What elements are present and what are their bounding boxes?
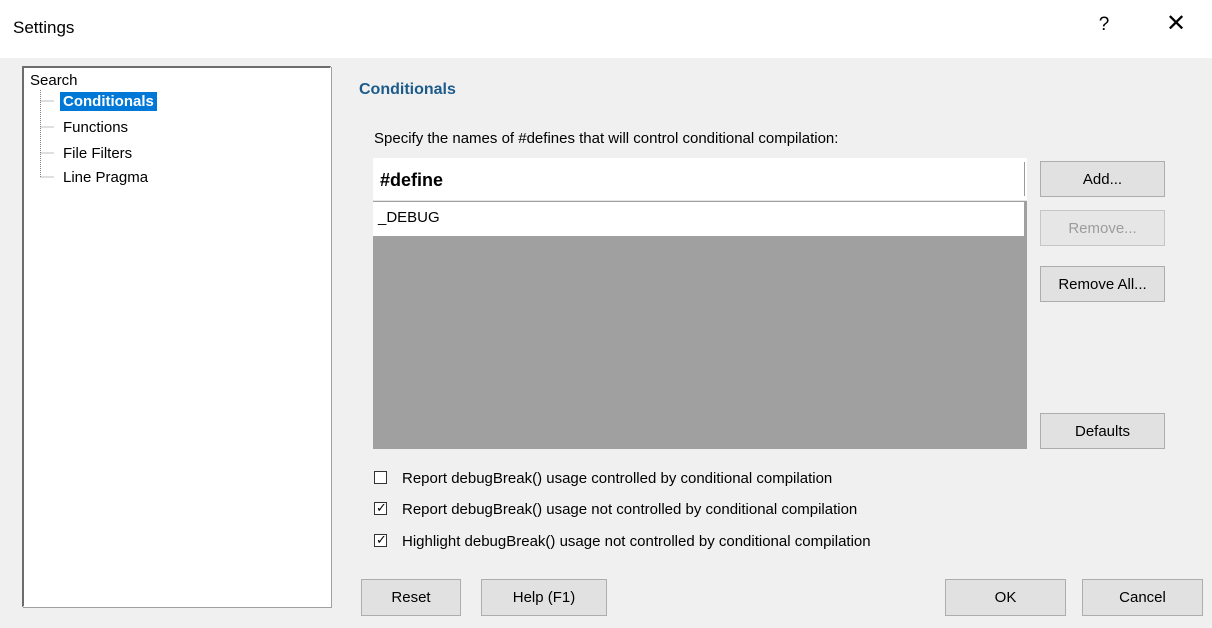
tree-item-file-filters[interactable]: File Filters bbox=[60, 144, 135, 163]
ok-button[interactable]: OK bbox=[945, 579, 1066, 616]
defines-list[interactable]: #define _DEBUG bbox=[373, 158, 1027, 449]
tree-item-line-pragma[interactable]: Line Pragma bbox=[60, 168, 151, 187]
option-label[interactable]: Report debugBreak() usage not controlled… bbox=[402, 501, 857, 518]
checkbox-report-not-controlled[interactable]: ✓ bbox=[374, 500, 387, 515]
column-header-define[interactable]: #define bbox=[380, 170, 443, 191]
add-button[interactable]: Add... bbox=[1040, 161, 1165, 197]
list-row[interactable]: _DEBUG bbox=[373, 202, 1024, 236]
checkmark-icon: ✓ bbox=[376, 500, 387, 515]
list-header[interactable]: #define bbox=[373, 158, 1027, 201]
help-f1-button[interactable]: Help (F1) bbox=[481, 579, 607, 616]
list-row-value: _DEBUG bbox=[378, 209, 440, 226]
close-icon[interactable]: ✕ bbox=[1163, 12, 1189, 36]
option-label[interactable]: Report debugBreak() usage controlled by … bbox=[402, 470, 832, 487]
checkbox-highlight-not-controlled[interactable]: ✓ bbox=[374, 532, 387, 547]
tree-item-search[interactable]: Search bbox=[30, 72, 78, 89]
tree-item-functions[interactable]: Functions bbox=[60, 118, 131, 137]
checkbox-report-controlled[interactable] bbox=[374, 471, 387, 484]
tree-connector-lines bbox=[40, 90, 54, 178]
instruction-text: Specify the names of #defines that will … bbox=[374, 130, 839, 147]
settings-tree[interactable]: Search Conditionals Functions File Filte… bbox=[22, 66, 331, 607]
column-divider[interactable] bbox=[1024, 162, 1025, 196]
help-icon[interactable]: ? bbox=[1093, 14, 1115, 36]
option-label[interactable]: Highlight debugBreak() usage not control… bbox=[402, 533, 871, 550]
title-bar: Settings ? ✕ bbox=[0, 0, 1212, 58]
section-title: Conditionals bbox=[359, 81, 456, 98]
remove-button[interactable]: Remove... bbox=[1040, 210, 1165, 246]
reset-button[interactable]: Reset bbox=[361, 579, 461, 616]
remove-all-button[interactable]: Remove All... bbox=[1040, 266, 1165, 302]
cancel-button[interactable]: Cancel bbox=[1082, 579, 1203, 616]
tree-item-conditionals[interactable]: Conditionals bbox=[60, 92, 157, 111]
checkmark-icon: ✓ bbox=[376, 532, 387, 547]
defaults-button[interactable]: Defaults bbox=[1040, 413, 1165, 449]
window-title: Settings bbox=[13, 18, 75, 37]
